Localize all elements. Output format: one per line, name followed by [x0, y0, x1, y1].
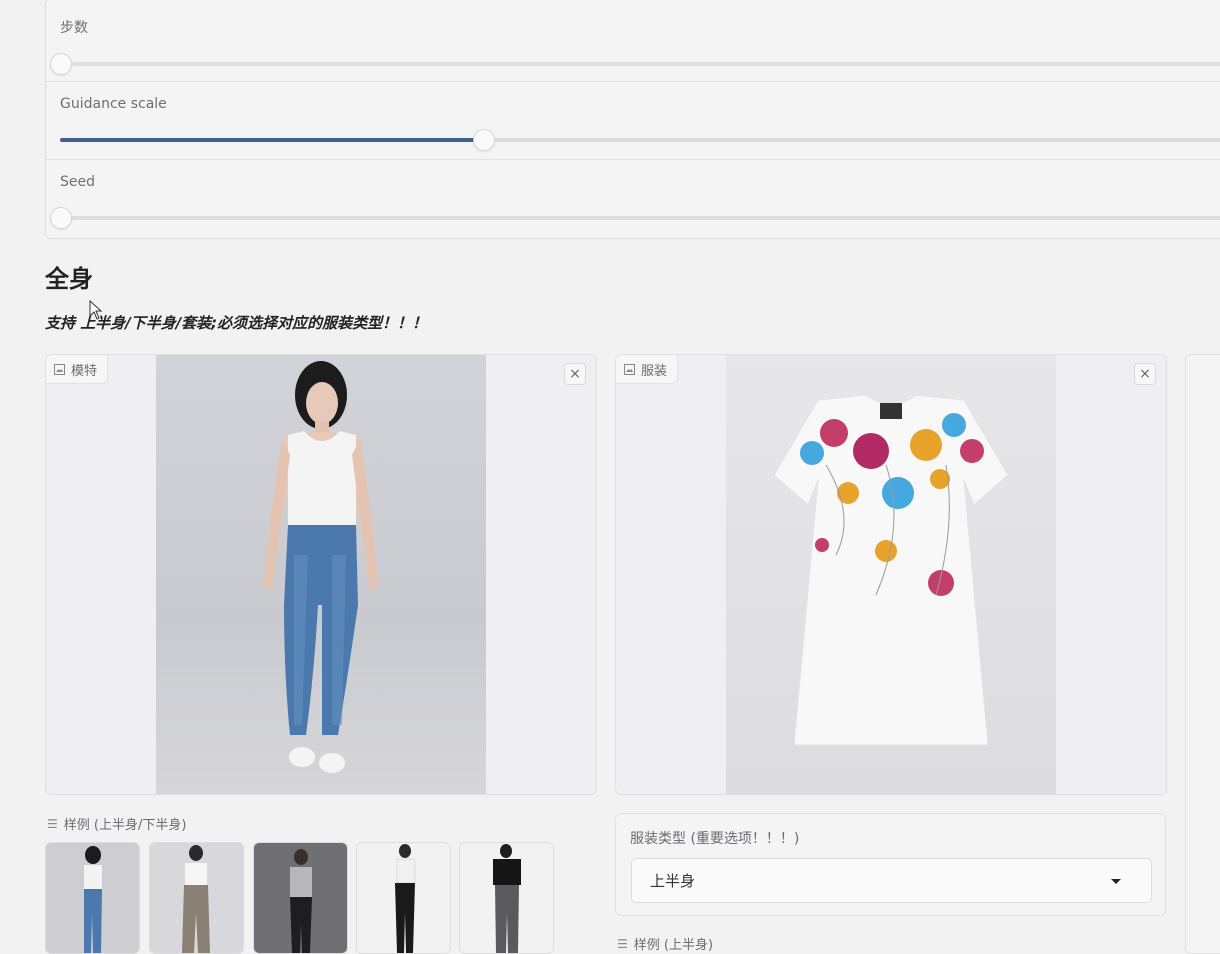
image-icon	[624, 363, 635, 375]
result-panel	[1185, 354, 1220, 954]
garment-image-upload[interactable]: 服装 ×	[615, 354, 1167, 795]
model-example-thumb-2[interactable]	[149, 842, 244, 954]
section-title: 全身	[45, 265, 93, 293]
chevron-down-icon	[1111, 879, 1121, 884]
garment-photo	[726, 355, 1056, 794]
model-example-thumb-1[interactable]	[45, 842, 140, 954]
guidance-scale-slider-thumb[interactable]	[472, 129, 495, 151]
model-image-label: 模特	[46, 355, 109, 384]
example-model-image	[357, 843, 450, 953]
garment-type-label: 服装类型 (重要选项！！！)	[630, 831, 800, 847]
model-example-thumb-5[interactable]	[459, 842, 554, 954]
garment-examples-label: ☰ 样例 (上半身)	[617, 934, 714, 954]
garment-type-panel: 服装类型 (重要选项！！！) 上半身	[615, 813, 1166, 916]
steps-slider[interactable]	[50, 53, 1220, 75]
model-photo-illustration	[264, 361, 378, 773]
model-example-thumb-4[interactable]	[356, 842, 451, 954]
model-example-thumb-3[interactable]	[253, 842, 348, 954]
example-model-image	[460, 843, 553, 953]
parameters-panel: 步数 Guidance scale Seed	[45, 0, 1220, 239]
model-image-upload[interactable]: 模特 ×	[45, 354, 597, 795]
seed-slider-row: Seed	[46, 159, 1220, 240]
example-model-image	[46, 843, 139, 953]
garment-examples-label-text: 样例 (上半身)	[633, 938, 714, 953]
model-label-text: 模特	[71, 363, 98, 379]
garment-type-selected: 上半身	[650, 872, 696, 890]
model-image-clear-button[interactable]: ×	[564, 363, 586, 385]
garment-type-dropdown[interactable]: 上半身	[631, 858, 1152, 903]
steps-slider-thumb[interactable]	[50, 53, 72, 75]
list-icon: ☰	[617, 936, 628, 951]
steps-slider-row: 步数	[46, 1, 1220, 81]
guidance-scale-slider[interactable]	[60, 129, 1220, 151]
garment-image-label: 服装	[616, 355, 679, 384]
model-examples-label-text: 样例 (上半身/下半身)	[63, 818, 187, 833]
garment-label-text: 服装	[641, 363, 668, 379]
seed-label: Seed	[60, 174, 95, 190]
model-photo	[156, 355, 486, 794]
image-icon	[54, 363, 65, 375]
steps-label: 步数	[60, 20, 88, 36]
garment-image-clear-button[interactable]: ×	[1134, 363, 1156, 385]
tshirt-illustration	[773, 394, 1009, 746]
example-model-image	[254, 843, 347, 953]
example-model-image	[150, 843, 243, 953]
guidance-scale-slider-fill	[60, 138, 483, 142]
seed-slider-thumb[interactable]	[50, 207, 72, 229]
guidance-slider-row: Guidance scale	[46, 81, 1220, 160]
mouse-cursor-icon	[89, 300, 103, 320]
model-examples-label: ☰ 样例 (上半身/下半身)	[47, 814, 187, 834]
guidance-scale-label: Guidance scale	[60, 96, 167, 112]
list-icon: ☰	[47, 816, 58, 831]
seed-slider[interactable]	[50, 207, 1220, 229]
